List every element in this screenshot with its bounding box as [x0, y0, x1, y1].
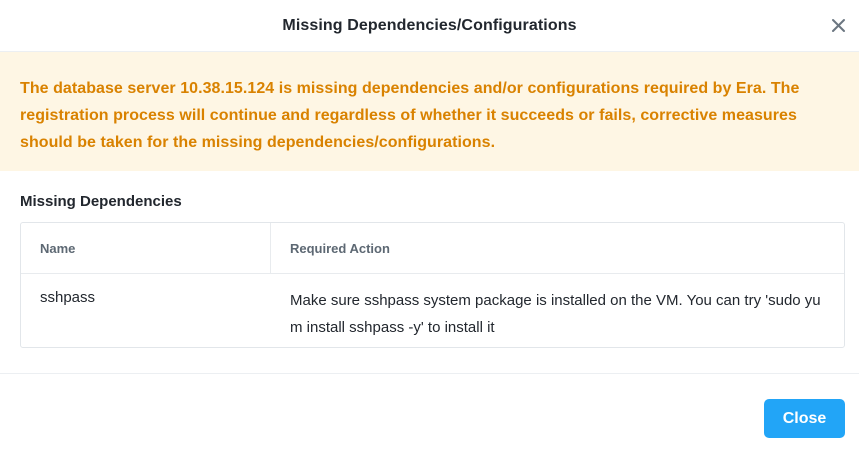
dependencies-table: Name Required Action sshpass Make sure s…	[20, 222, 845, 348]
close-icon[interactable]	[830, 17, 847, 34]
dependency-required-action: Make sure sshpass system package is inst…	[290, 292, 821, 336]
dialog-footer: Close	[0, 373, 859, 454]
missing-dependencies-dialog: Missing Dependencies/Configurations The …	[0, 0, 859, 454]
close-button[interactable]: Close	[764, 399, 845, 438]
dialog-header: Missing Dependencies/Configurations	[0, 0, 859, 52]
dependency-name: sshpass	[40, 289, 96, 306]
table-row: sshpass Make sure sshpass system package…	[21, 274, 844, 348]
column-divider	[270, 223, 271, 274]
table-header: Name Required Action	[21, 223, 844, 274]
dialog-title: Missing Dependencies/Configurations	[282, 16, 577, 34]
column-header-name: Name	[40, 241, 76, 256]
warning-banner: The database server 10.38.15.124 is miss…	[0, 52, 859, 171]
warning-message: The database server 10.38.15.124 is miss…	[20, 80, 800, 151]
section-title-missing-dependencies: Missing Dependencies	[20, 193, 182, 210]
column-header-required-action: Required Action	[290, 241, 390, 256]
